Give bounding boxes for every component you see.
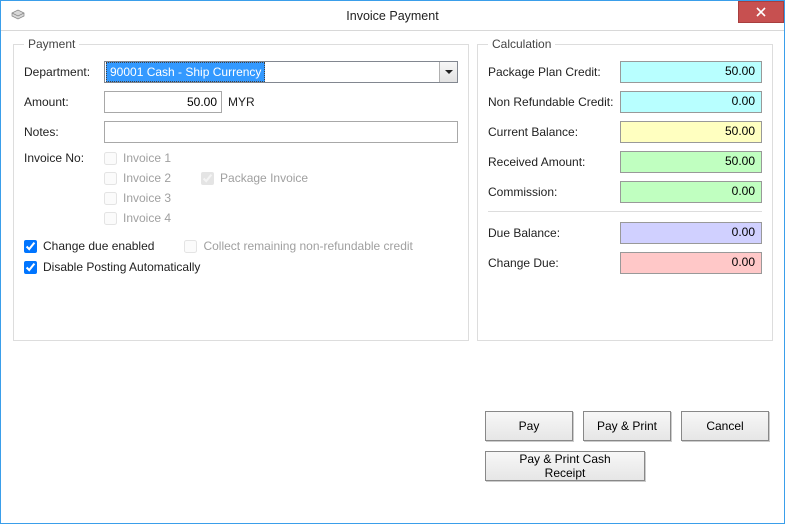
window-title: Invoice Payment <box>1 9 784 23</box>
chevron-down-icon[interactable] <box>439 62 457 82</box>
disable-posting-checkbox[interactable]: Disable Posting Automatically <box>24 260 458 274</box>
package-plan-credit-label: Package Plan Credit: <box>488 65 620 79</box>
buttons-row-2: Pay & Print Cash Receipt <box>485 451 645 481</box>
commission-value: 0.00 <box>620 181 762 203</box>
change-due-value: 0.00 <box>620 252 762 274</box>
commission-label: Commission: <box>488 185 620 199</box>
buttons-row-1: Pay Pay & Print Cancel <box>485 411 769 441</box>
calc-separator <box>488 211 762 212</box>
collect-remaining-checkbox: Collect remaining non-refundable credit <box>184 239 412 253</box>
close-button[interactable] <box>738 1 784 23</box>
currency-label: MYR <box>228 95 255 109</box>
due-balance-label: Due Balance: <box>488 226 620 240</box>
current-balance-label: Current Balance: <box>488 125 620 139</box>
calculation-group: Calculation Package Plan Credit: 50.00 N… <box>477 37 773 341</box>
invoice-no-label: Invoice No: <box>24 151 104 165</box>
titlebar: Invoice Payment <box>1 1 784 31</box>
calculation-legend: Calculation <box>488 37 555 51</box>
cancel-button[interactable]: Cancel <box>681 411 769 441</box>
payment-group: Payment Department: 90001 Cash - Ship Cu… <box>13 37 469 341</box>
invoice-1-checkbox: Invoice 1 <box>104 151 171 165</box>
received-amount-label: Received Amount: <box>488 155 620 169</box>
invoice-3-checkbox: Invoice 3 <box>104 191 171 205</box>
pay-print-button[interactable]: Pay & Print <box>583 411 671 441</box>
pay-print-cash-button[interactable]: Pay & Print Cash Receipt <box>485 451 645 481</box>
app-icon <box>7 5 29 27</box>
non-refundable-credit-label: Non Refundable Credit: <box>488 95 620 109</box>
change-due-label: Change Due: <box>488 256 620 270</box>
invoice-2-checkbox: Invoice 2 <box>104 171 171 185</box>
invoice-4-checkbox: Invoice 4 <box>104 211 171 225</box>
client-area: Payment Department: 90001 Cash - Ship Cu… <box>1 31 784 523</box>
department-select[interactable]: 90001 Cash - Ship Currency <box>104 61 458 83</box>
department-label: Department: <box>24 65 104 79</box>
amount-input[interactable] <box>104 91 222 113</box>
package-plan-credit-value: 50.00 <box>620 61 762 83</box>
notes-label: Notes: <box>24 125 104 139</box>
amount-label: Amount: <box>24 95 104 109</box>
pay-button[interactable]: Pay <box>485 411 573 441</box>
payment-legend: Payment <box>24 37 79 51</box>
non-refundable-credit-value: 0.00 <box>620 91 762 113</box>
current-balance-value: 50.00 <box>620 121 762 143</box>
due-balance-value: 0.00 <box>620 222 762 244</box>
department-selected: 90001 Cash - Ship Currency <box>106 62 265 82</box>
package-invoice-checkbox: Package Invoice <box>201 171 308 185</box>
received-amount-value: 50.00 <box>620 151 762 173</box>
notes-input[interactable] <box>104 121 458 143</box>
change-due-enabled-checkbox[interactable]: Change due enabled <box>24 239 154 253</box>
